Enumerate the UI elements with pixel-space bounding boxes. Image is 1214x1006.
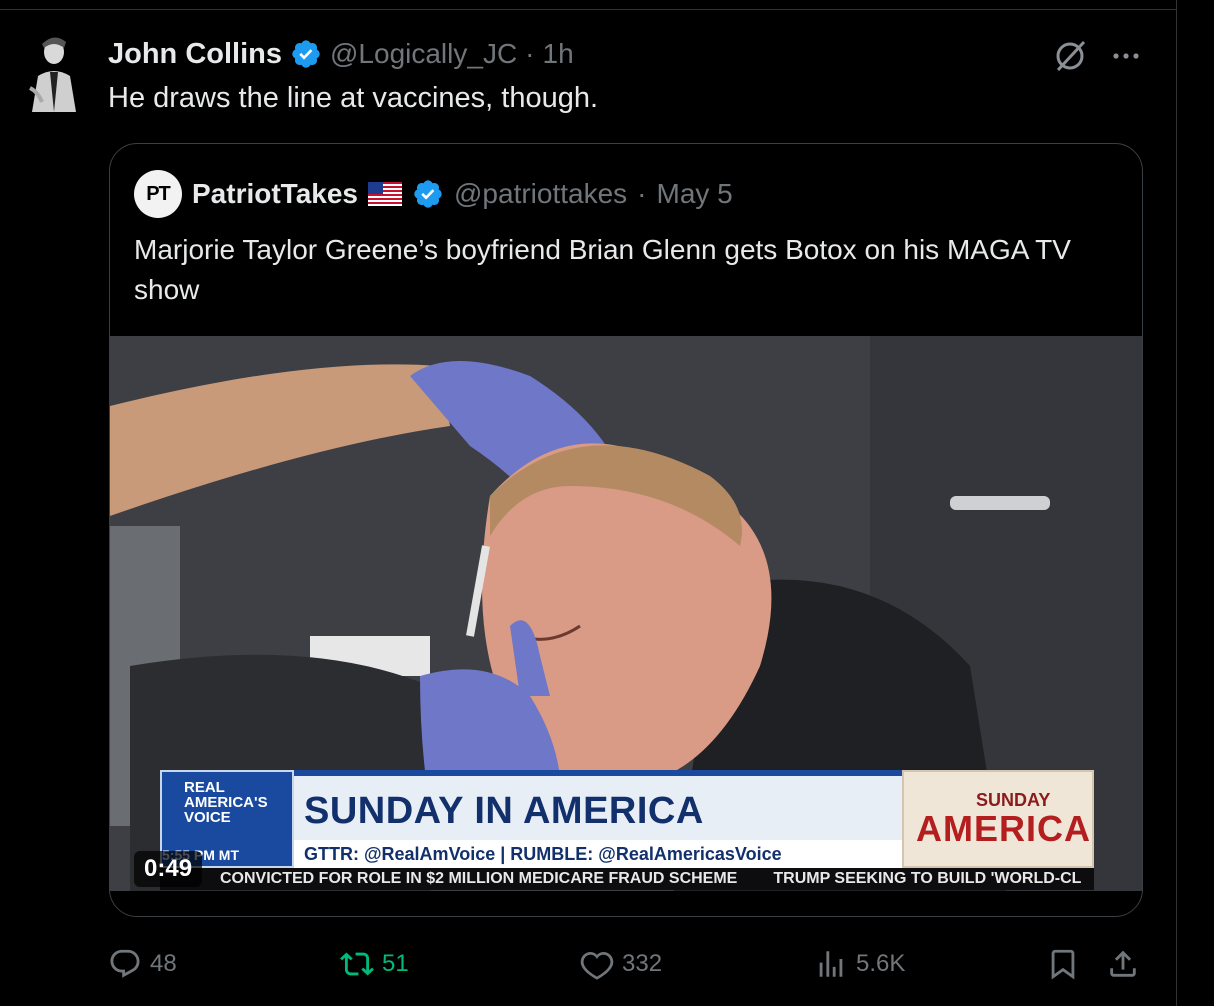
grok-icon[interactable]: [1052, 38, 1088, 74]
quoted-author-name[interactable]: PatriotTakes: [192, 178, 358, 210]
share-button[interactable]: [1106, 940, 1140, 988]
show-title: SUNDAY IN AMERICA: [304, 790, 704, 832]
author-handle[interactable]: @Logically_JC: [330, 38, 517, 70]
reply-icon: [110, 949, 140, 978]
top-divider: [0, 9, 1176, 10]
show-logo: SUNDAY AMERICA: [902, 770, 1094, 868]
show-logo-main: AMERICA: [916, 808, 1091, 849]
like-count: 332: [622, 950, 663, 977]
us-flag-icon: [368, 182, 402, 206]
network-logo-line: AMERICA'S: [184, 794, 268, 811]
analytics-icon: [819, 951, 843, 977]
reply-count: 48: [150, 950, 177, 977]
verified-badge-icon: [412, 178, 444, 210]
ticker-item: CONVICTED FOR ROLE IN $2 MILLION MEDICAR…: [220, 870, 738, 887]
video-player[interactable]: REAL AMERICA'S VOICE 5:55 PM MT SUNDAY I…: [110, 336, 1142, 916]
action-bar: 48 51 332 5.6K: [0, 940, 1176, 988]
show-title-box: SUNDAY IN AMERICA: [294, 770, 902, 840]
view-count: 5.6K: [856, 950, 906, 977]
tweet-header: John Collins @Logically_JC · 1h: [108, 34, 574, 74]
quoted-author-handle[interactable]: @patriottakes: [454, 178, 627, 210]
quoted-avatar[interactable]: PT: [134, 170, 182, 218]
like-button[interactable]: 332: [580, 940, 662, 988]
social-handles: GTTR: @RealAmVoice | RUMBLE: @RealAmeric…: [294, 840, 902, 868]
repost-button[interactable]: 51: [340, 940, 409, 988]
quoted-tweet-time[interactable]: May 5: [657, 178, 733, 210]
tweet-time[interactable]: 1h: [543, 38, 574, 70]
network-logo-line: VOICE: [184, 809, 231, 826]
bookmark-icon: [1051, 949, 1075, 980]
tweet-text: He draws the line at vaccines, though.: [108, 82, 599, 114]
author-name[interactable]: John Collins: [108, 38, 282, 71]
avatar[interactable]: [24, 32, 80, 112]
news-ticker: CONVICTED FOR ROLE IN $2 MILLION MEDICAR…: [160, 868, 1094, 890]
ticker-item: TRUMP SEEKING TO BUILD 'WORLD-CL: [773, 870, 1082, 887]
verified-badge-icon: [290, 38, 322, 70]
quoted-tweet[interactable]: PT PatriotTakes @patriottakes · May 5 Ma…: [109, 143, 1143, 917]
video-duration: 0:49: [134, 851, 203, 887]
quoted-tweet-text: Marjorie Taylor Greene’s boyfriend Brian…: [134, 234, 1071, 305]
column-divider: [1176, 0, 1177, 1006]
separator: ·: [637, 178, 647, 209]
network-logo-line: REAL: [184, 779, 225, 796]
repost-count: 51: [382, 950, 409, 977]
more-options-icon[interactable]: [1110, 40, 1142, 72]
heart-icon: [580, 951, 614, 980]
repost-icon: [340, 952, 374, 976]
quoted-tweet-header: PT PatriotTakes @patriottakes · May 5: [134, 170, 733, 218]
views-button[interactable]: 5.6K: [814, 940, 905, 988]
bookmark-button[interactable]: [1046, 940, 1080, 988]
separator: ·: [525, 38, 535, 69]
reply-button[interactable]: 48: [108, 940, 177, 988]
share-icon: [1110, 950, 1136, 977]
